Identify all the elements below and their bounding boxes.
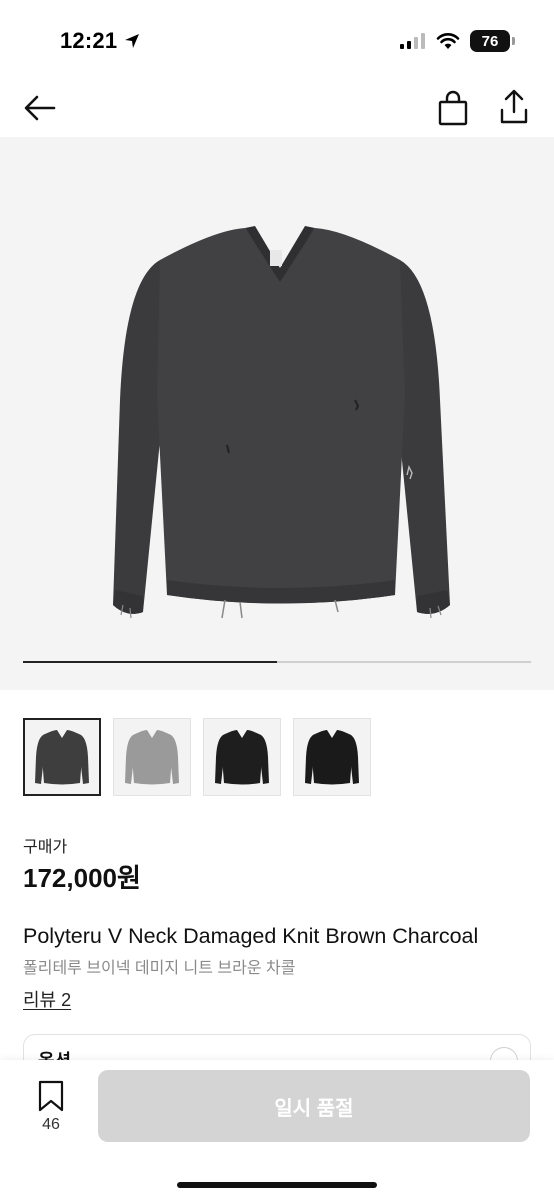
thumbnail-strip [23, 718, 371, 796]
top-nav-bar [0, 80, 554, 136]
price: 172,000원 [23, 863, 141, 893]
cellular-signal-icon [400, 33, 425, 49]
thumbnail-sweater-image [35, 730, 89, 785]
bottom-action-bar: 46 일시 품절 [0, 1060, 554, 1200]
thumbnail-black-sweater[interactable] [203, 718, 281, 796]
thumbnail-dark-charcoal-sweater[interactable] [23, 718, 101, 796]
thumbnail-sweater-image [125, 730, 179, 785]
gallery-progress-fill [23, 661, 277, 663]
location-arrow-icon [125, 34, 140, 48]
status-icons: 76 [400, 30, 515, 52]
battery-icon: 76 [470, 30, 515, 52]
shopping-bag-icon[interactable] [436, 90, 470, 126]
share-icon[interactable] [496, 88, 532, 126]
sweater-product-image [113, 226, 450, 619]
sold-out-button[interactable]: 일시 품절 [98, 1070, 530, 1142]
bookmark-icon [38, 1080, 64, 1112]
status-time: 12:21 [60, 28, 141, 54]
wishlist-count: 46 [42, 1116, 60, 1133]
thumbnail-sweater-image [305, 730, 359, 785]
thumbnail-sweater-image [215, 730, 269, 785]
thumbnail-grey-distressed-sweater[interactable] [113, 718, 191, 796]
back-arrow-icon[interactable] [22, 90, 58, 126]
review-link[interactable]: 리뷰 2 [23, 986, 71, 1012]
wifi-icon [436, 33, 460, 49]
home-indicator [177, 1182, 377, 1188]
thumbnail-black-sweater-alt[interactable] [293, 718, 371, 796]
gallery-progress-track [23, 661, 531, 663]
price-label: 구매가 [23, 839, 68, 856]
product-title-ko: 폴리테루 브이넥 데미지 니트 브라운 차콜 [23, 960, 296, 977]
battery-level: 76 [481, 32, 499, 50]
wishlist-button[interactable]: 46 [30, 1080, 72, 1134]
clock-text: 12:21 [60, 28, 118, 53]
product-title-en: Polyteru V Neck Damaged Knit Brown Charc… [23, 924, 479, 948]
status-bar: 12:21 76 [0, 0, 554, 80]
product-image-gallery[interactable] [0, 137, 554, 690]
